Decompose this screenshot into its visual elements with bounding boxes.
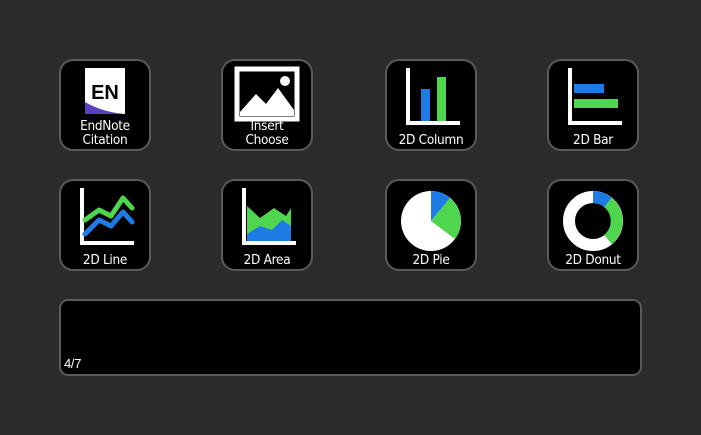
2d-donut-label: 2D Donut bbox=[565, 252, 621, 268]
donut-chart-icon bbox=[563, 191, 623, 251]
2d-column-chart-button[interactable]: 2D Column bbox=[385, 59, 477, 151]
area-chart-icon bbox=[242, 188, 296, 245]
page-indicator: 4/7 bbox=[64, 356, 82, 371]
endnote-citation-button[interactable]: EN EndNote Citation bbox=[59, 59, 151, 151]
bar-chart-icon bbox=[568, 68, 622, 125]
touch-strip[interactable]: 4/7 bbox=[59, 299, 642, 376]
2d-pie-chart-button[interactable]: 2D Pie bbox=[385, 179, 477, 271]
pie-chart-icon bbox=[401, 191, 461, 251]
2d-area-label: 2D Area bbox=[243, 252, 291, 268]
2d-line-label: 2D Line bbox=[82, 252, 128, 268]
insert-choose-button[interactable]: Insert Choose bbox=[221, 59, 313, 151]
endnote-icon-text: EN bbox=[91, 82, 119, 104]
2d-pie-label: 2D Pie bbox=[412, 252, 450, 268]
column-chart-icon bbox=[406, 68, 460, 125]
endnote-citation-label: EndNote Citation bbox=[80, 118, 130, 148]
2d-area-chart-button[interactable]: 2D Area bbox=[221, 179, 313, 271]
2d-donut-chart-button[interactable]: 2D Donut bbox=[547, 179, 639, 271]
2d-line-chart-button[interactable]: 2D Line bbox=[59, 179, 151, 271]
2d-bar-label: 2D Bar bbox=[573, 132, 613, 148]
line-chart-icon bbox=[80, 188, 135, 245]
insert-choose-label: Insert Choose bbox=[245, 118, 289, 148]
2d-column-label: 2D Column bbox=[398, 132, 464, 148]
2d-bar-chart-button[interactable]: 2D Bar bbox=[547, 59, 639, 151]
